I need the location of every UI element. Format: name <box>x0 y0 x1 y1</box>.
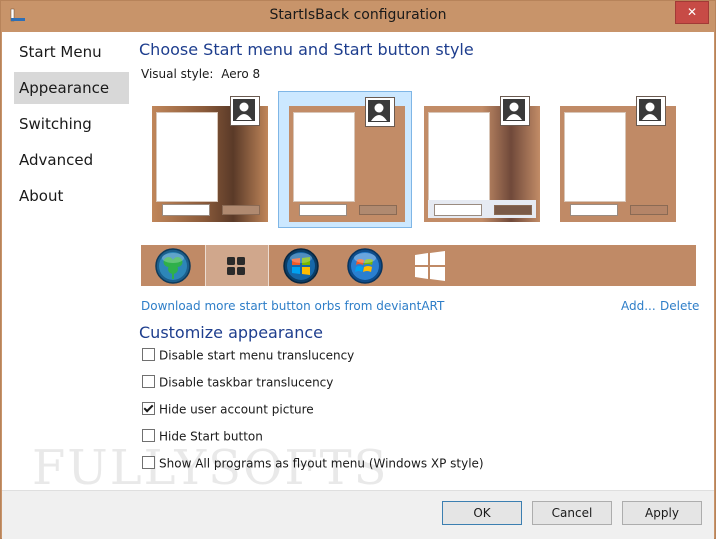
search-box-preview <box>570 204 618 216</box>
window-title: StartIsBack configuration <box>269 7 447 23</box>
section-heading-customize: Customize appearance <box>139 323 323 342</box>
option-hide-user-account-picture[interactable]: Hide user account picture <box>142 402 314 420</box>
style-tile-3[interactable] <box>414 92 548 229</box>
menu-bottom-bar <box>564 200 672 218</box>
checkbox-label: Hide Start button <box>159 429 263 444</box>
option-disable-start-menu-translucency[interactable]: Disable start menu translucency <box>142 348 354 366</box>
dialog-footer: OK Cancel Apply <box>2 490 714 539</box>
ok-button[interactable]: OK <box>442 501 522 525</box>
menu-bottom-bar <box>293 200 401 218</box>
download-orbs-link[interactable]: Download more start button orbs from dev… <box>141 299 444 313</box>
menu-left-pane <box>428 112 490 202</box>
close-icon: ✕ <box>686 5 698 19</box>
sidebar-item-start-menu[interactable]: Start Menu <box>14 36 129 68</box>
sidebar-item-appearance[interactable]: Appearance <box>14 72 129 104</box>
checkbox-label: Disable taskbar translucency <box>159 375 334 390</box>
section-heading-style: Choose Start menu and Start button style <box>139 40 474 59</box>
shutdown-button-preview <box>359 205 397 215</box>
add-link[interactable]: Add... <box>621 299 656 313</box>
option-disable-taskbar-translucency[interactable]: Disable taskbar translucency <box>142 375 333 393</box>
shutdown-button-preview <box>630 205 668 215</box>
checkbox-checked[interactable] <box>142 402 155 415</box>
client-area: Start Menu Appearance Switching Advanced… <box>2 32 714 496</box>
title-bar[interactable]: StartIsBack configuration ✕ <box>1 1 715 31</box>
menu-bottom-bar <box>428 200 536 218</box>
apply-button[interactable]: Apply <box>622 501 702 525</box>
menu-left-pane <box>156 112 218 202</box>
delete-link[interactable]: Delete <box>660 299 699 313</box>
menu-bottom-bar <box>156 200 264 218</box>
checkbox-label: Disable start menu translucency <box>159 348 355 363</box>
cancel-button[interactable]: Cancel <box>532 501 612 525</box>
user-avatar-icon <box>365 97 395 127</box>
shutdown-button-preview <box>222 205 260 215</box>
style-tile-2[interactable] <box>278 91 412 228</box>
user-avatar-icon <box>636 96 666 126</box>
style-tile-4[interactable] <box>550 92 684 229</box>
windows8-tiles-orb-icon[interactable] <box>217 247 255 285</box>
search-box-preview <box>434 204 482 216</box>
clover-orb-icon[interactable] <box>154 247 192 285</box>
sidebar-item-switching[interactable]: Switching <box>14 108 129 140</box>
visual-style-label-text: Visual style: <box>141 67 214 81</box>
window: StartIsBack configuration ✕ Start Menu A… <box>0 0 716 539</box>
visual-style-value: Aero 8 <box>221 67 261 81</box>
checkbox[interactable] <box>142 348 155 361</box>
sidebar: Start Menu Appearance Switching Advanced… <box>2 32 132 490</box>
checkbox-label: Show All programs as flyout menu (Window… <box>159 456 484 471</box>
sidebar-item-about[interactable]: About <box>14 180 129 212</box>
checkbox[interactable] <box>142 429 155 442</box>
checkbox[interactable] <box>142 456 155 469</box>
visual-style-label: Visual style: Aero 8 <box>141 67 260 81</box>
search-box-preview <box>299 204 347 216</box>
user-avatar-icon <box>230 96 260 126</box>
checkbox-label: Hide user account picture <box>159 402 314 417</box>
style-tile-1[interactable] <box>142 92 276 229</box>
windows-vista-orb-icon[interactable] <box>282 247 320 285</box>
close-button[interactable]: ✕ <box>675 1 709 24</box>
menu-left-pane <box>293 112 355 202</box>
windows8-logo-orb-icon[interactable] <box>411 247 449 285</box>
checkbox[interactable] <box>142 375 155 388</box>
orb-strip <box>141 234 696 298</box>
sidebar-item-advanced[interactable]: Advanced <box>14 144 129 176</box>
option-show-all-programs-flyout[interactable]: Show All programs as flyout menu (Window… <box>142 456 484 474</box>
menu-left-pane <box>564 112 626 202</box>
windows7-orb-icon[interactable] <box>346 247 384 285</box>
user-avatar-icon <box>500 96 530 126</box>
shutdown-button-preview <box>494 205 532 215</box>
option-hide-start-button[interactable]: Hide Start button <box>142 429 263 447</box>
search-box-preview <box>162 204 210 216</box>
